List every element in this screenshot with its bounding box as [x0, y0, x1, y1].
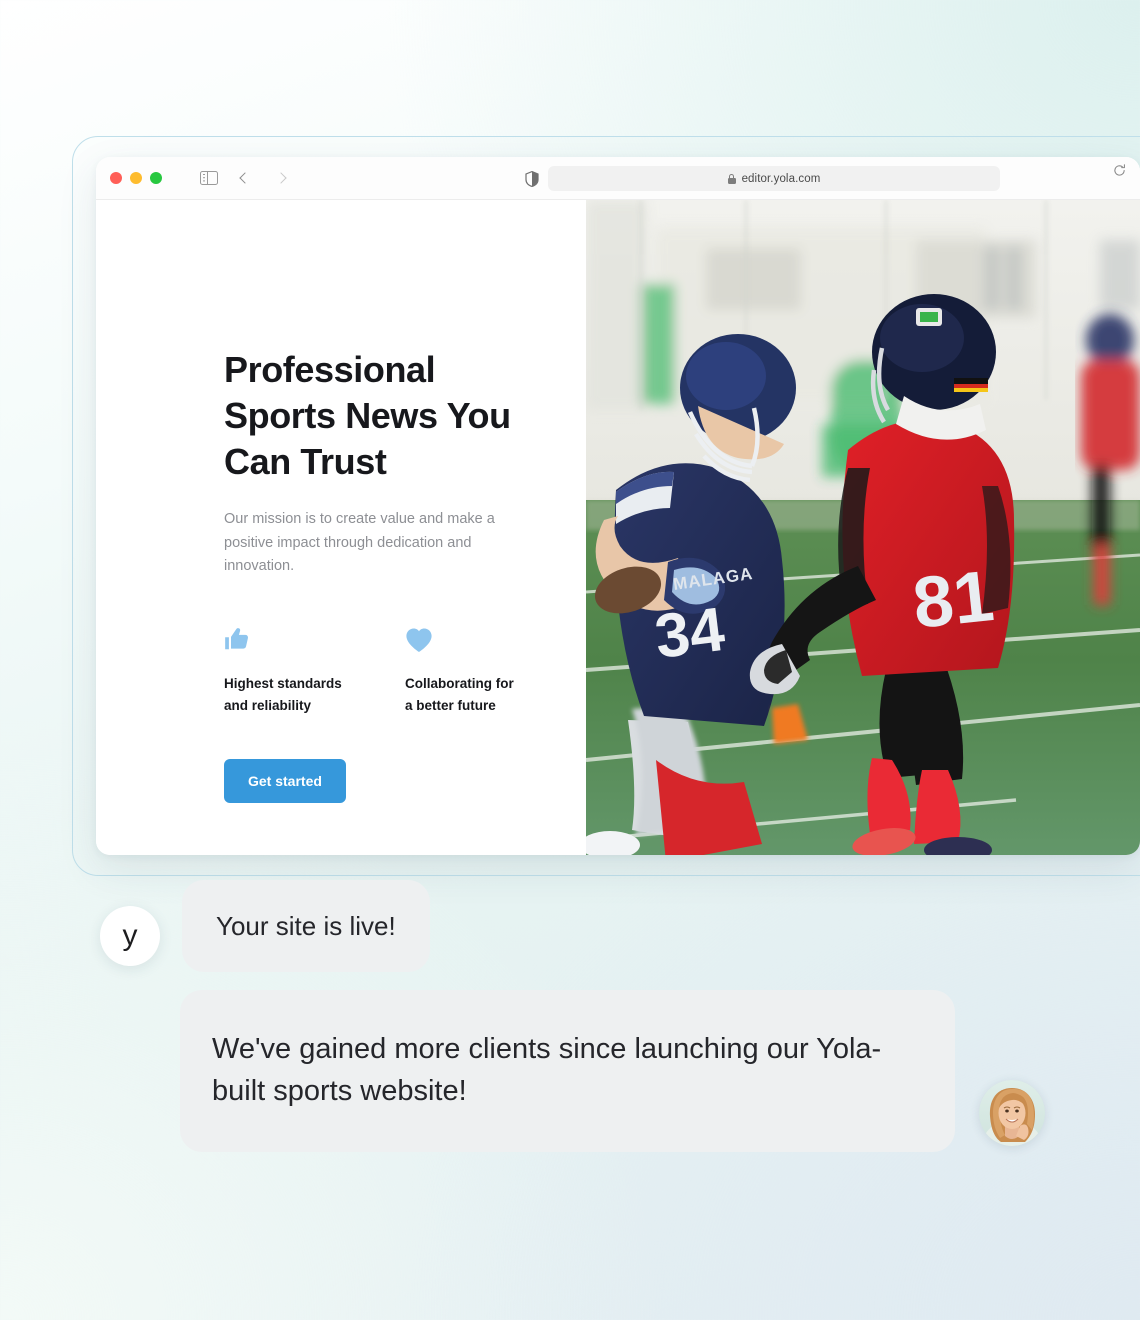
- svg-text:34: 34: [651, 595, 728, 672]
- feature-label: Collaborating for a better future: [405, 675, 514, 713]
- browser-window: editor.yola.com Professional Sports News…: [96, 157, 1140, 855]
- website-preview: Professional Sports News You Can Trust O…: [96, 200, 1140, 855]
- sidebar-icon[interactable]: [198, 167, 220, 189]
- minimize-window-button[interactable]: [130, 172, 142, 184]
- chevron-left-icon[interactable]: [234, 167, 256, 189]
- heart-icon: [405, 623, 524, 653]
- yola-logo-avatar: y: [100, 906, 160, 966]
- chevron-right-icon[interactable]: [270, 167, 292, 189]
- get-started-button[interactable]: Get started: [224, 758, 346, 803]
- page-title: Professional Sports News You Can Trust: [224, 349, 511, 482]
- reload-glyph: [1114, 164, 1125, 176]
- football-photo: 34 MALAGA 81: [586, 200, 1140, 855]
- thumbs-up-icon: [224, 623, 343, 653]
- avatar: [979, 1080, 1045, 1146]
- maximize-window-button[interactable]: [150, 172, 162, 184]
- user-photo: [979, 1080, 1045, 1146]
- shield-icon[interactable]: [521, 168, 543, 190]
- browser-nav-controls: [198, 167, 292, 189]
- chat-bubble-brand: Your site is live!: [182, 880, 430, 972]
- hero-left-column: Professional Sports News You Can Trust O…: [96, 200, 586, 855]
- reload-icon[interactable]: [1113, 164, 1126, 177]
- testimonial-chat: y Your site is live! We've gained more c…: [0, 880, 1140, 1152]
- shield-glyph: [525, 171, 539, 187]
- url-text: editor.yola.com: [741, 172, 821, 185]
- heart-glyph: [406, 627, 432, 652]
- lock-icon: [727, 173, 736, 184]
- feature-item: Highest standards and reliability: [224, 623, 343, 717]
- chat-bubble-user: We've gained more clients since launchin…: [180, 990, 955, 1152]
- hero-image-column: 34 MALAGA 81: [586, 200, 1140, 855]
- close-window-button[interactable]: [110, 172, 122, 184]
- feature-list: Highest standards and reliability Collab…: [224, 623, 524, 717]
- hero-subtitle: Our mission is to create value and make …: [224, 511, 495, 574]
- feature-label: Highest standards and reliability: [224, 675, 342, 713]
- feature-item: Collaborating for a better future: [405, 623, 524, 717]
- thumbs-up-glyph: [225, 627, 248, 649]
- browser-titlebar: editor.yola.com: [96, 157, 1140, 200]
- traffic-light-group: [110, 172, 162, 184]
- hero-copy: Professional Sports News You Can Trust O…: [224, 347, 524, 803]
- address-bar[interactable]: editor.yola.com: [548, 166, 1000, 191]
- chat-row-brand: y Your site is live!: [0, 880, 1140, 972]
- svg-text:81: 81: [909, 556, 997, 644]
- chat-row-user: We've gained more clients since launchin…: [0, 990, 1140, 1152]
